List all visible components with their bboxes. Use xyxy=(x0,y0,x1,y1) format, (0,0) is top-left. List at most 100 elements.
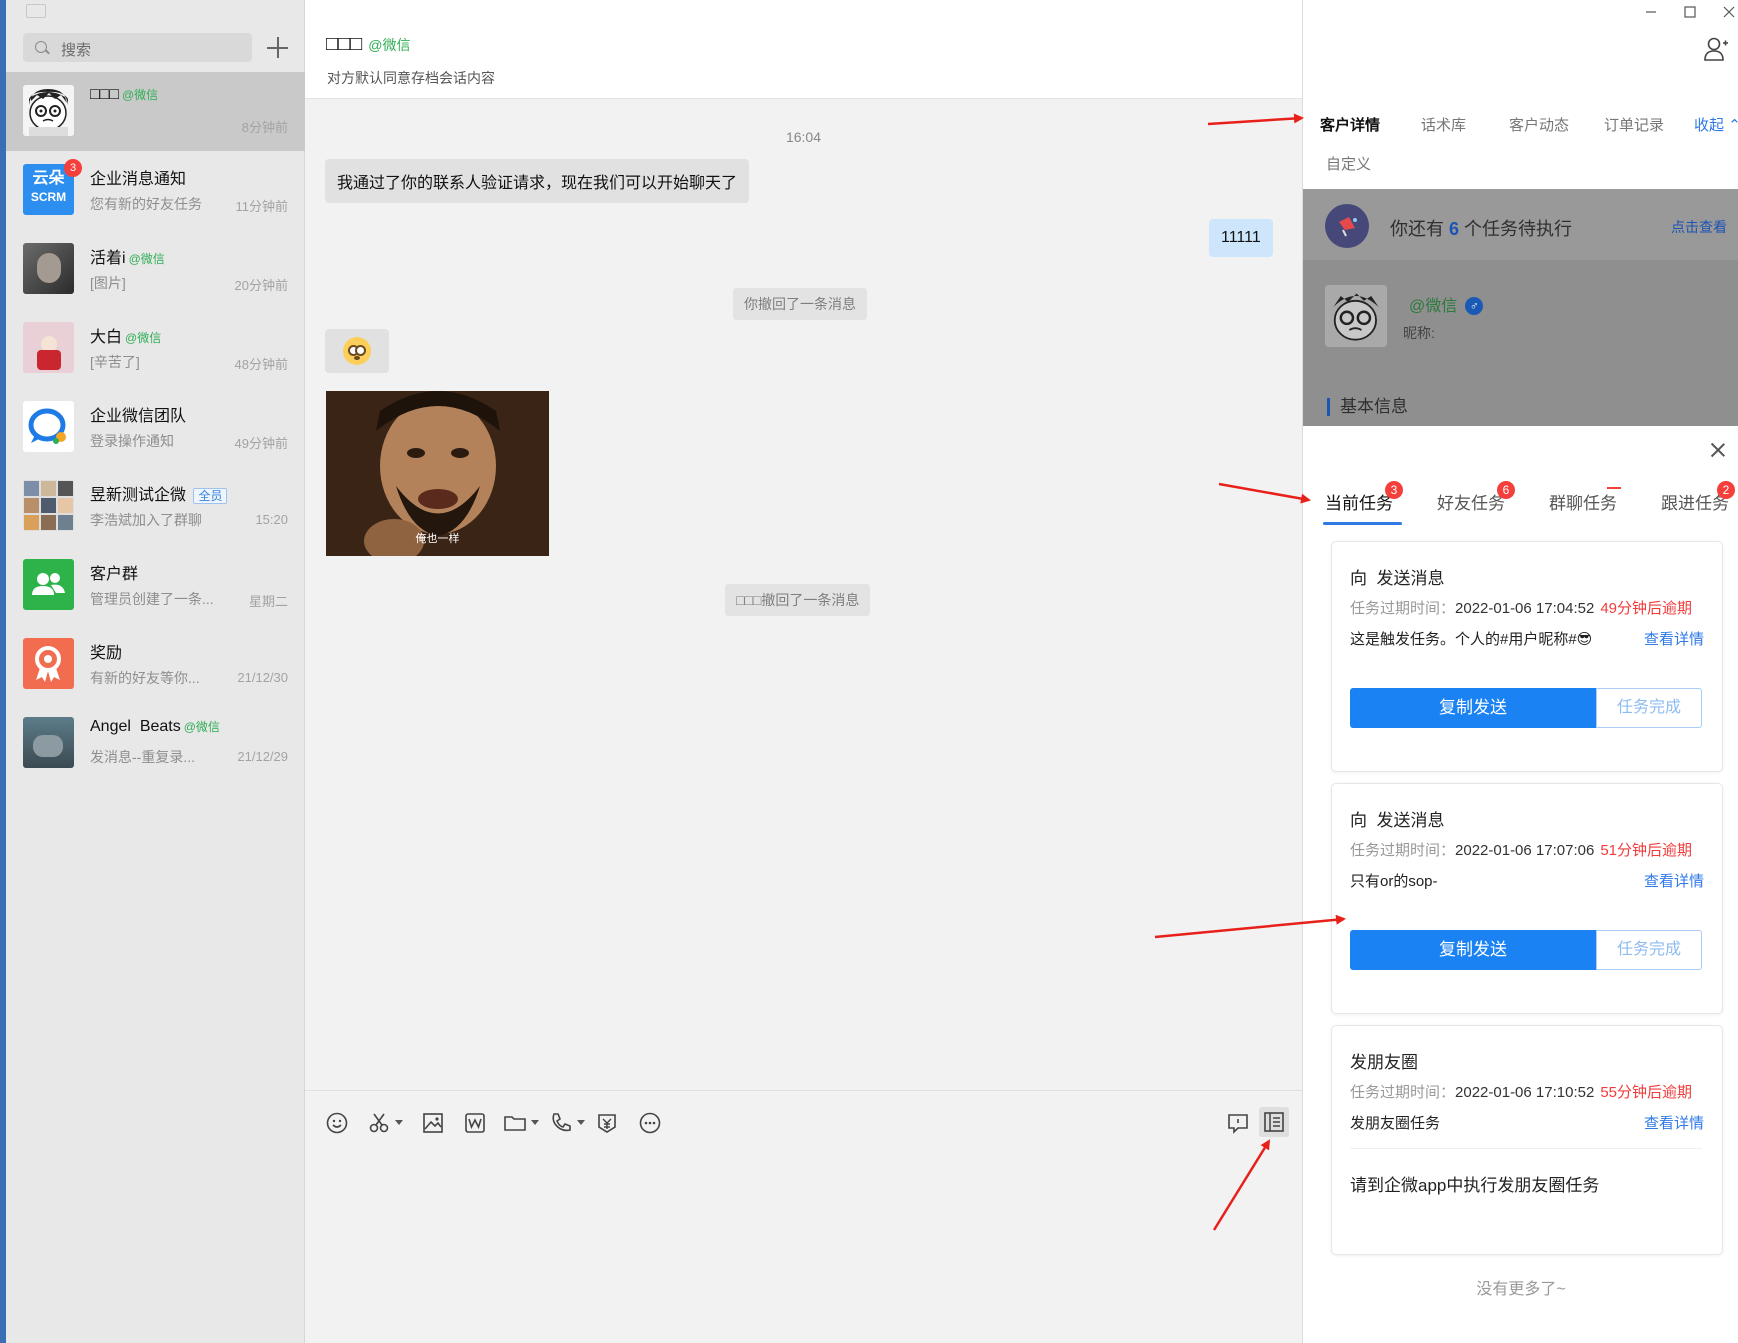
session-name: 企业消息通知 xyxy=(90,171,187,188)
copy-send-button[interactable]: 复制发送 xyxy=(1350,930,1596,970)
search-icon xyxy=(35,41,47,53)
tab-friend-tasks[interactable]: 好友任务 6 xyxy=(1437,481,1515,514)
message-input-area[interactable] xyxy=(305,1090,1302,1343)
search-input[interactable]: 搜索 xyxy=(23,33,252,62)
word-doc-icon[interactable] xyxy=(463,1111,487,1135)
message-bubble[interactable]: 我通过了你的联系人验证请求，现在我们可以开始聊天了 xyxy=(325,159,750,203)
avatar xyxy=(23,717,74,768)
phone-icon[interactable] xyxy=(549,1111,573,1135)
megaphone-icon xyxy=(1325,204,1369,248)
session-name: 昱新测试企微 全员 xyxy=(90,481,228,505)
view-detail-link[interactable]: 查看详情 xyxy=(1644,870,1704,891)
customer-source-tag: @微信 ♂ xyxy=(1409,292,1484,316)
session-item[interactable]: 大白 @微信 [辛苦了] 48分钟前 xyxy=(6,309,305,388)
task-title: 向 发送消息 xyxy=(1350,811,1445,830)
maximize-icon[interactable] xyxy=(1684,6,1696,18)
session-time: 20分钟前 xyxy=(234,278,288,293)
tab-customer-detail[interactable]: 客户详情 xyxy=(1320,114,1380,135)
session-item[interactable]: Angel Beats @微信 发消息--重复录... 21/12/29 xyxy=(6,704,305,783)
download-icon[interactable] xyxy=(26,4,46,18)
session-name-text: 活着i xyxy=(90,250,126,267)
copy-send-button[interactable]: 复制发送 xyxy=(1350,688,1596,728)
add-button[interactable] xyxy=(263,33,292,62)
emoji-icon[interactable] xyxy=(325,1111,349,1135)
chevron-down-icon[interactable] xyxy=(395,1120,403,1125)
session-preview: 管理员创建了一条... xyxy=(90,591,214,607)
message-bubble-sent[interactable]: 11111 xyxy=(1209,219,1273,257)
task-note: 请到企微app中执行发朋友圈任务 xyxy=(1350,1176,1600,1195)
session-preview: 有新的好友等你... xyxy=(90,670,200,686)
folder-icon[interactable] xyxy=(503,1111,527,1135)
session-name: 客户群 xyxy=(90,566,139,583)
session-item[interactable]: 奖励 有新的好友等你... 21/12/30 xyxy=(6,625,305,704)
task-card: 向 发送消息 任务过期时间：2022-01-06 17:07:06 51分钟后逾期… xyxy=(1331,783,1723,1014)
chat-record-icon[interactable] xyxy=(1226,1111,1250,1135)
session-name: □□□ @微信 xyxy=(90,86,158,104)
collapse-button[interactable]: 收起 ⌃ xyxy=(1694,114,1738,135)
task-notice-text: 你还有 6 个任务待执行 xyxy=(1390,215,1572,241)
tab-label: 群聊任务 xyxy=(1549,494,1617,513)
image-message[interactable]: 俺也一样 xyxy=(326,391,549,556)
sidebar-toggle-button[interactable] xyxy=(1259,1107,1289,1137)
emoji-message[interactable] xyxy=(325,329,389,373)
avatar xyxy=(23,322,74,373)
sidebar-panel-icon xyxy=(1264,1112,1284,1132)
image-icon[interactable] xyxy=(421,1111,445,1135)
task-complete-button[interactable]: 任务完成 xyxy=(1596,930,1702,970)
session-item[interactable]: 活着i @微信 [图片] 20分钟前 xyxy=(6,230,305,309)
task-complete-button[interactable]: 任务完成 xyxy=(1596,688,1702,728)
avatar xyxy=(23,243,74,294)
task-notice-bar[interactable]: 你还有 6 个任务待执行 点击查看 xyxy=(1303,189,1738,260)
session-list-panel: 搜索 □□□ @微信 8分钟前 云朵 SCRM 3 企业消息通知 您有新的好友任… xyxy=(6,0,305,1343)
minimize-icon[interactable] xyxy=(1645,6,1657,18)
red-packet-icon[interactable] xyxy=(595,1111,619,1135)
tab-group-tasks[interactable]: 群聊任务 xyxy=(1549,487,1621,514)
tab-followup-tasks[interactable]: 跟进任务 2 xyxy=(1661,481,1735,514)
avatar xyxy=(23,559,74,610)
chat-title-tag: @微信 xyxy=(368,37,411,53)
overdue-text: 51分钟后逾期 xyxy=(1600,842,1692,859)
chat-panel: □□□ @微信 对方默认同意存档会话内容 16:04 我通过了你的联系人验证请求，… xyxy=(305,0,1302,1343)
view-detail-link[interactable]: 查看详情 xyxy=(1644,628,1704,649)
view-detail-link[interactable]: 查看详情 xyxy=(1644,1112,1704,1133)
task-actions: 复制发送 任务完成 xyxy=(1350,688,1702,728)
session-item[interactable]: 昱新测试企微 全员 李浩斌加入了群聊 15:20 xyxy=(6,467,305,546)
session-item[interactable]: □□□ @微信 8分钟前 xyxy=(6,72,305,151)
tab-current-tasks[interactable]: 当前任务 3 xyxy=(1325,481,1403,514)
male-icon: ♂ xyxy=(1465,297,1484,315)
section-title: 基本信息 xyxy=(1327,398,1408,416)
tab-custom[interactable]: 自定义 xyxy=(1326,153,1371,174)
session-preview: 您有新的好友任务 xyxy=(90,196,202,212)
chevron-down-icon[interactable] xyxy=(577,1120,585,1125)
customer-tabs: 客户详情 话术库 客户动态 订单记录 收起 ⌃ 自定义 xyxy=(1303,99,1738,189)
session-name: 奖励 xyxy=(90,645,123,662)
customer-side-panel: 客户详情 话术库 客户动态 订单记录 收起 ⌃ 自定义 你还有 6 个任务待执行… xyxy=(1302,0,1738,1343)
session-tag: @微信 xyxy=(122,88,159,102)
session-item[interactable]: 云朵 SCRM 3 企业消息通知 您有新的好友任务 11分钟前 xyxy=(6,151,305,230)
overdue-text: 55分钟后逾期 xyxy=(1600,1084,1692,1101)
task-title: 向 发送消息 xyxy=(1350,569,1445,588)
tab-script-library[interactable]: 话术库 xyxy=(1421,114,1466,135)
session-item[interactable]: 企业微信团队 登录操作通知 49分钟前 xyxy=(6,388,305,467)
tab-label: 跟进任务 xyxy=(1661,494,1729,513)
divider xyxy=(1350,1148,1702,1149)
more-icon[interactable] xyxy=(638,1111,662,1135)
close-window-icon[interactable] xyxy=(1723,6,1735,18)
avatar xyxy=(23,638,74,689)
expire-label: 任务过期时间： xyxy=(1350,842,1456,859)
session-name: 活着i @微信 xyxy=(90,244,165,268)
tab-customer-activity[interactable]: 客户动态 xyxy=(1509,114,1569,135)
notice-count: 6 xyxy=(1449,219,1460,239)
count-badge: 3 xyxy=(1385,481,1403,499)
session-time: 15:20 xyxy=(255,512,288,527)
screenshot-icon[interactable] xyxy=(367,1111,391,1135)
session-item[interactable]: 客户群 管理员创建了一条... 星期二 xyxy=(6,546,305,625)
view-tasks-link[interactable]: 点击查看 xyxy=(1671,217,1727,237)
chevron-down-icon[interactable] xyxy=(531,1120,539,1125)
tab-order-records[interactable]: 订单记录 xyxy=(1604,114,1664,135)
add-member-icon[interactable] xyxy=(1703,36,1729,62)
close-icon[interactable] xyxy=(1709,441,1727,459)
task-content: 只有or的sop- xyxy=(1350,873,1438,890)
chat-title: □□□ @微信 xyxy=(326,33,410,56)
all-staff-badge: 全员 xyxy=(193,488,228,504)
